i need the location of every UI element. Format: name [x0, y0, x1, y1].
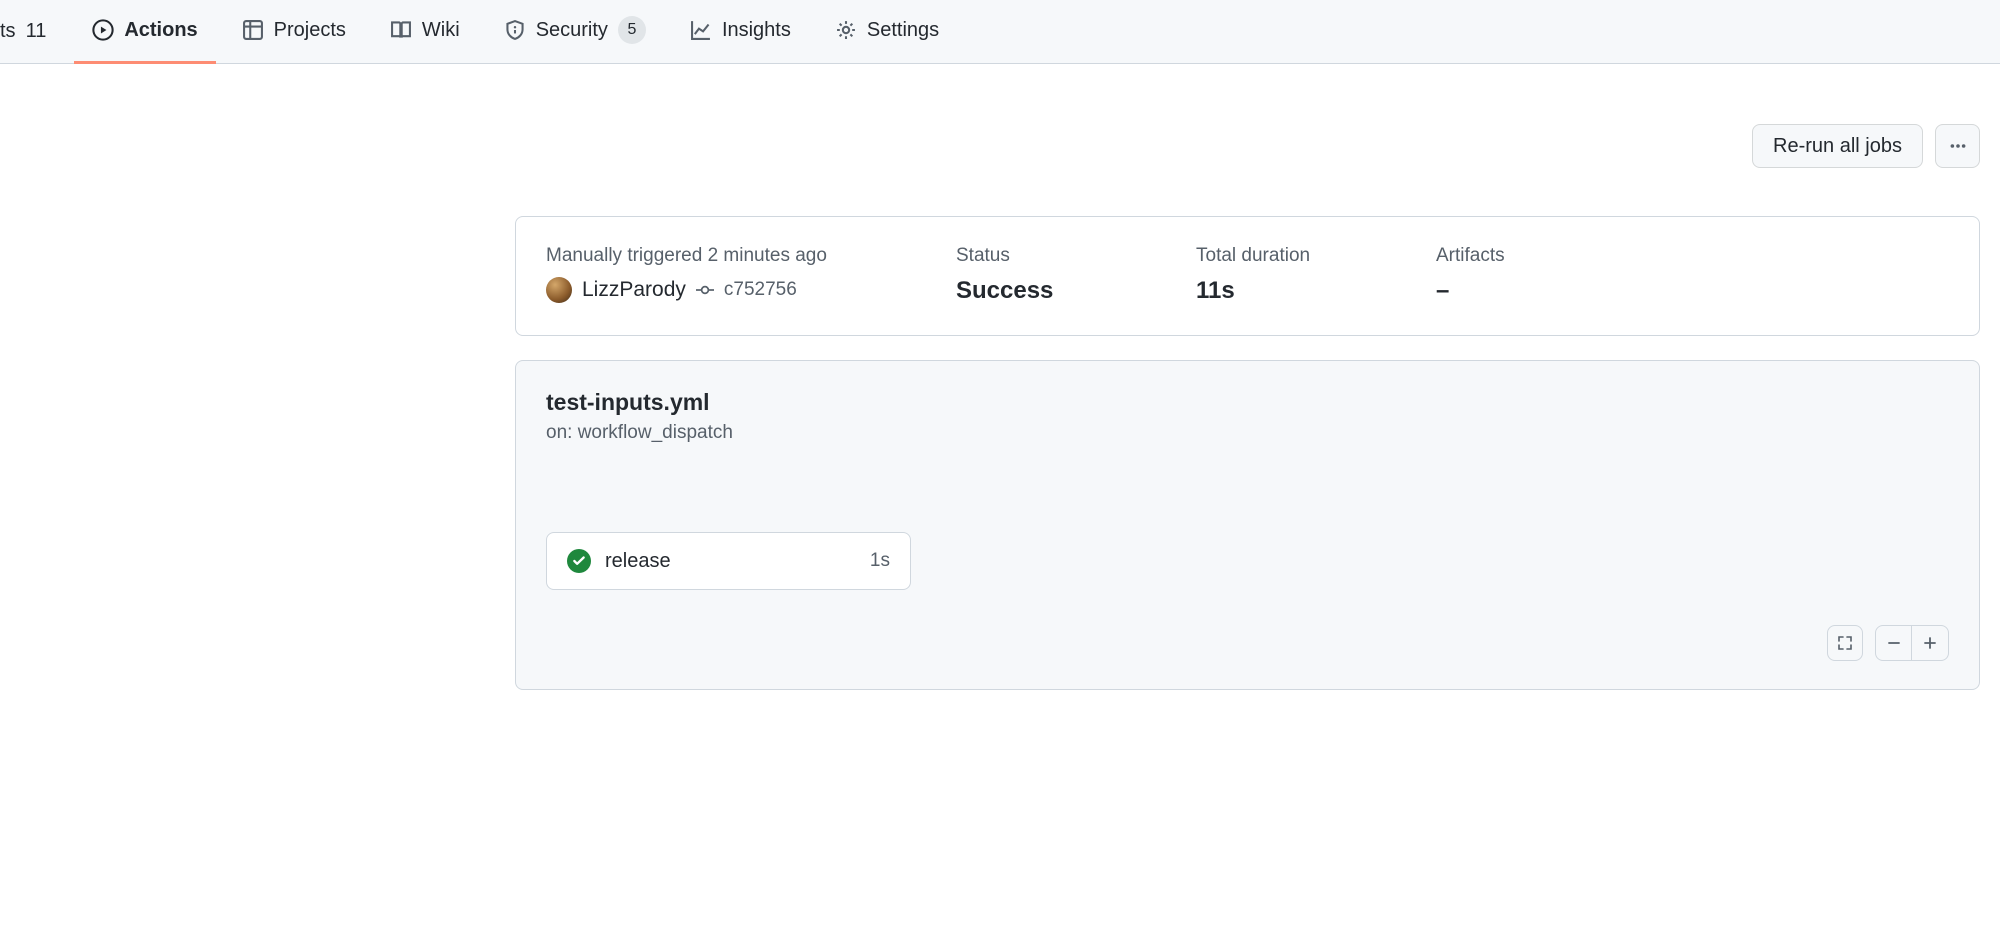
workflow-trigger-text: on: workflow_dispatch — [546, 422, 1949, 444]
tab-label: Actions — [124, 19, 197, 42]
commit-sha[interactable]: c752756 — [724, 279, 797, 301]
table-icon — [242, 19, 264, 41]
job-name: release — [605, 550, 856, 573]
kebab-horizontal-icon — [1949, 137, 1967, 155]
job-card-release[interactable]: release 1s — [546, 532, 911, 590]
tab-projects[interactable]: Projects — [224, 0, 364, 64]
artifacts-label: Artifacts — [1436, 245, 1596, 267]
tab-label: Projects — [274, 19, 346, 42]
artifacts-value: – — [1436, 277, 1596, 305]
repo-tabs: ts 11 Actions Projects Wiki Security 5 I… — [0, 0, 2000, 64]
status-value: Success — [956, 277, 1116, 305]
avatar[interactable] — [546, 277, 572, 303]
summary-artifacts: Artifacts – — [1436, 245, 1596, 305]
author-name[interactable]: LizzParody — [582, 278, 686, 302]
summary-trigger: Manually triggered 2 minutes ago LizzPar… — [546, 245, 876, 305]
rerun-all-jobs-button[interactable]: Re-run all jobs — [1752, 124, 1923, 168]
tab-settings[interactable]: Settings — [817, 0, 957, 64]
zoom-out-button[interactable] — [1876, 626, 1912, 660]
tab-count: 5 — [618, 16, 646, 44]
graph-icon — [690, 19, 712, 41]
tab-fragment-text: ts — [0, 20, 16, 43]
fullscreen-button[interactable] — [1827, 625, 1863, 661]
tab-fragment-count: 11 — [26, 20, 47, 43]
trigger-label: Manually triggered 2 minutes ago — [546, 245, 876, 267]
zoom-controls — [1827, 625, 1949, 661]
workflow-actions-row: Re-run all jobs — [452, 124, 1980, 168]
tab-label: Settings — [867, 19, 939, 42]
status-label: Status — [956, 245, 1116, 267]
play-icon — [92, 19, 114, 41]
tab-wiki[interactable]: Wiki — [372, 0, 478, 64]
plus-icon — [1922, 635, 1938, 651]
tab-insights[interactable]: Insights — [672, 0, 809, 64]
trigger-author-row: LizzParody c752756 — [546, 277, 876, 303]
commit-icon — [696, 281, 714, 299]
tab-actions[interactable]: Actions — [74, 0, 215, 64]
rerun-label: Re-run all jobs — [1773, 135, 1902, 158]
duration-label: Total duration — [1196, 245, 1356, 267]
run-summary-card: Manually triggered 2 minutes ago LizzPar… — [515, 216, 1980, 336]
workflow-graph-card: test-inputs.yml on: workflow_dispatch re… — [515, 360, 1980, 690]
gear-icon — [835, 19, 857, 41]
summary-duration: Total duration 11s — [1196, 245, 1356, 305]
tab-label: Wiki — [422, 19, 460, 42]
zoom-pair — [1875, 625, 1949, 661]
summary-status: Status Success — [956, 245, 1116, 305]
tab-security[interactable]: Security 5 — [486, 0, 664, 64]
tab-label: Security — [536, 19, 608, 42]
minus-icon — [1886, 635, 1902, 651]
tab-label: Insights — [722, 19, 791, 42]
duration-value: 11s — [1196, 277, 1356, 305]
check-circle-icon — [567, 549, 591, 573]
tab-pull-requests-fragment[interactable]: ts 11 — [0, 0, 46, 64]
workflow-file-name: test-inputs.yml — [546, 389, 1949, 416]
job-duration: 1s — [870, 550, 890, 572]
fullscreen-icon — [1837, 635, 1853, 651]
zoom-in-button[interactable] — [1912, 626, 1948, 660]
book-icon — [390, 19, 412, 41]
workflow-more-button[interactable] — [1935, 124, 1980, 168]
shield-icon — [504, 19, 526, 41]
